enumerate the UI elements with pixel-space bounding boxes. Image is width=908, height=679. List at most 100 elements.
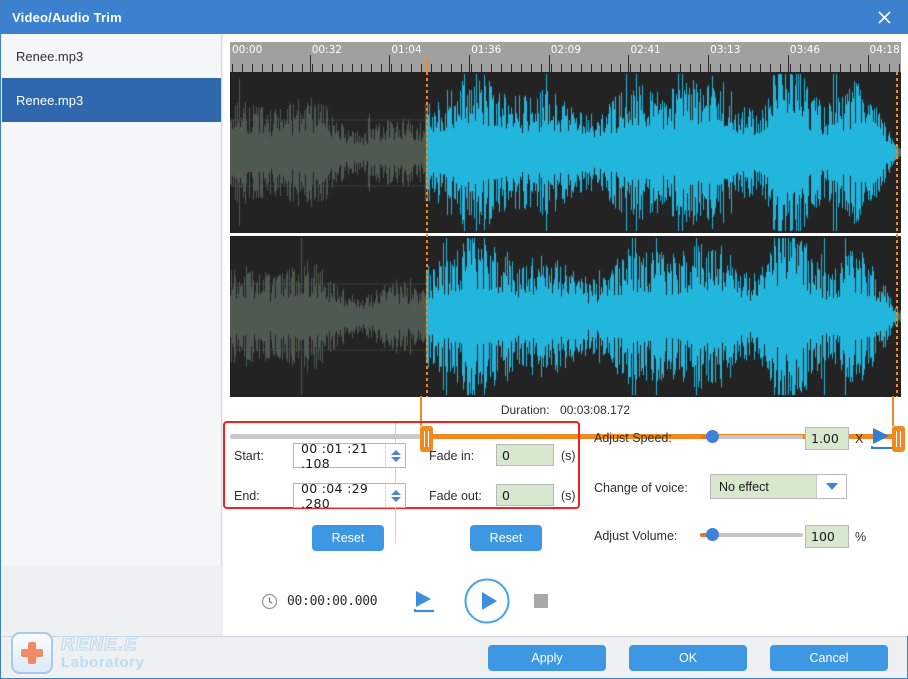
close-icon[interactable] [861, 1, 907, 34]
fade-in-value: 0 [502, 447, 510, 463]
ruler-minor-tick [850, 64, 851, 72]
ruler-minor-tick [660, 64, 661, 72]
play-icon[interactable] [463, 577, 511, 625]
fade-in-label: Fade in: [429, 449, 475, 463]
volume-value-input[interactable]: 100 [805, 525, 849, 548]
ruler-minor-tick [551, 64, 552, 72]
ruler-minor-tick [770, 64, 771, 72]
slider-knob[interactable] [706, 528, 720, 541]
ok-button[interactable]: OK [629, 645, 747, 671]
footer-bar: Apply OK Cancel [2, 636, 907, 678]
title-bar: Video/Audio Trim [1, 1, 907, 34]
ruler-tick-label: 03:13 [710, 44, 741, 56]
end-time-input[interactable]: 00 :04 :29 .280 [293, 481, 406, 511]
start-time-input[interactable]: 00 :01 :21 .108 [293, 441, 406, 471]
ruler-minor-tick [730, 64, 731, 72]
adjust-speed-slider[interactable] [700, 429, 803, 445]
cancel-button[interactable]: Cancel [770, 645, 888, 671]
timeline-ruler[interactable]: 00:00 00:32 01:04 01:36 02:09 02:41 03:13 03:46… [230, 42, 901, 72]
playhead-marker [425, 72, 428, 397]
ruler-minor-tick [840, 64, 841, 72]
slider-knob[interactable] [706, 430, 720, 443]
ruler-minor-tick [670, 64, 671, 72]
video-audio-trim-dialog: Video/Audio Trim Renee.mp3 Renee.mp3 00:… [0, 0, 908, 679]
ruler-minor-tick [571, 64, 572, 72]
ruler-minor-tick [381, 64, 382, 72]
adjust-volume-label: Adjust Volume: [594, 529, 678, 543]
ruler-minor-tick [352, 64, 353, 72]
ruler-minor-tick [481, 64, 482, 72]
stop-icon[interactable] [533, 593, 549, 609]
fade-in-unit: (s) [561, 449, 576, 463]
speed-value-input[interactable]: 1.00 [805, 427, 849, 450]
ruler-minor-tick [531, 64, 532, 72]
play-from-start-icon[interactable] [409, 587, 439, 615]
ruler-minor-tick [401, 64, 402, 72]
waveform-channel-right [230, 236, 901, 397]
adjust-volume-slider[interactable] [700, 527, 803, 543]
ruler-minor-tick [501, 64, 502, 72]
change-of-voice-select[interactable]: No effect [710, 474, 847, 499]
ruler-major-tick [867, 55, 869, 72]
ruler-minor-tick [601, 64, 602, 72]
time-code-value: 00:00:00.000 [287, 593, 378, 609]
ruler-minor-tick [611, 64, 612, 72]
ruler-minor-tick [361, 64, 362, 72]
sidebar-item-label: Renee.mp3 [16, 48, 84, 64]
ruler-minor-tick [630, 64, 631, 72]
ruler-minor-tick [471, 64, 472, 72]
chevron-up-icon [390, 449, 401, 455]
ruler-minor-tick [491, 64, 492, 72]
start-time-stepper[interactable] [385, 444, 405, 467]
ruler-minor-tick [710, 64, 711, 72]
play-preview-icon[interactable] [868, 425, 896, 456]
ruler-minor-tick [780, 64, 781, 72]
ruler-minor-tick [760, 64, 761, 72]
sidebar-item-file-2[interactable]: Renee.mp3 [2, 78, 221, 122]
waveform-channel-left [230, 72, 901, 233]
file-list-sidebar: Renee.mp3 Renee.mp3 [2, 34, 222, 566]
ruler-tick-label: 03:46 [789, 44, 821, 56]
ruler-minor-tick [441, 64, 442, 72]
ruler-minor-tick [620, 64, 621, 72]
ruler-minor-tick [800, 64, 801, 72]
fade-in-input[interactable]: 0 [496, 444, 554, 466]
chevron-down-icon [390, 496, 401, 502]
chevron-down-icon[interactable] [816, 475, 846, 498]
reset-fade-button[interactable]: Reset [470, 525, 542, 551]
change-of-voice-value: No effect [719, 479, 769, 494]
apply-button[interactable]: Apply [488, 645, 606, 671]
ruler-tick-label: 04:18 [869, 44, 900, 56]
ruler-minor-tick [740, 64, 741, 72]
ruler-minor-tick [312, 64, 313, 72]
ruler-major-tick [708, 55, 710, 72]
reset-trim-button[interactable]: Reset [312, 525, 384, 551]
ruler-minor-tick [272, 64, 273, 72]
ruler-minor-tick [690, 64, 691, 72]
duration-value: 00:03:08.172 [560, 403, 631, 417]
ruler-minor-tick [581, 64, 582, 72]
ruler-minor-tick [561, 64, 562, 72]
adjust-speed-label: Adjust Speed: [594, 431, 672, 445]
fade-out-label: Fade out: [429, 489, 482, 503]
chevron-down-icon [390, 456, 401, 462]
ruler-minor-tick [870, 64, 871, 72]
ruler-minor-tick [292, 64, 293, 72]
fade-out-input[interactable]: 0 [496, 484, 554, 506]
ruler-minor-tick [511, 64, 512, 72]
ruler-minor-tick [750, 64, 751, 72]
ruler-minor-tick [371, 64, 372, 72]
sidebar-item-file-1[interactable]: Renee.mp3 [2, 34, 221, 78]
ruler-minor-tick [262, 64, 263, 72]
ruler-major-tick [787, 55, 789, 72]
ruler-minor-tick [521, 64, 522, 72]
waveform-panel[interactable] [230, 72, 901, 397]
selection-end-marker [895, 72, 898, 397]
end-label: End: [234, 489, 260, 503]
ruler-minor-tick [820, 64, 821, 72]
ruler-tick-label: 01:36 [471, 44, 502, 56]
end-time-stepper[interactable] [385, 484, 405, 507]
speed-unit: X [855, 432, 864, 446]
ruler-minor-tick [541, 64, 542, 72]
ruler-minor-tick [411, 64, 412, 72]
